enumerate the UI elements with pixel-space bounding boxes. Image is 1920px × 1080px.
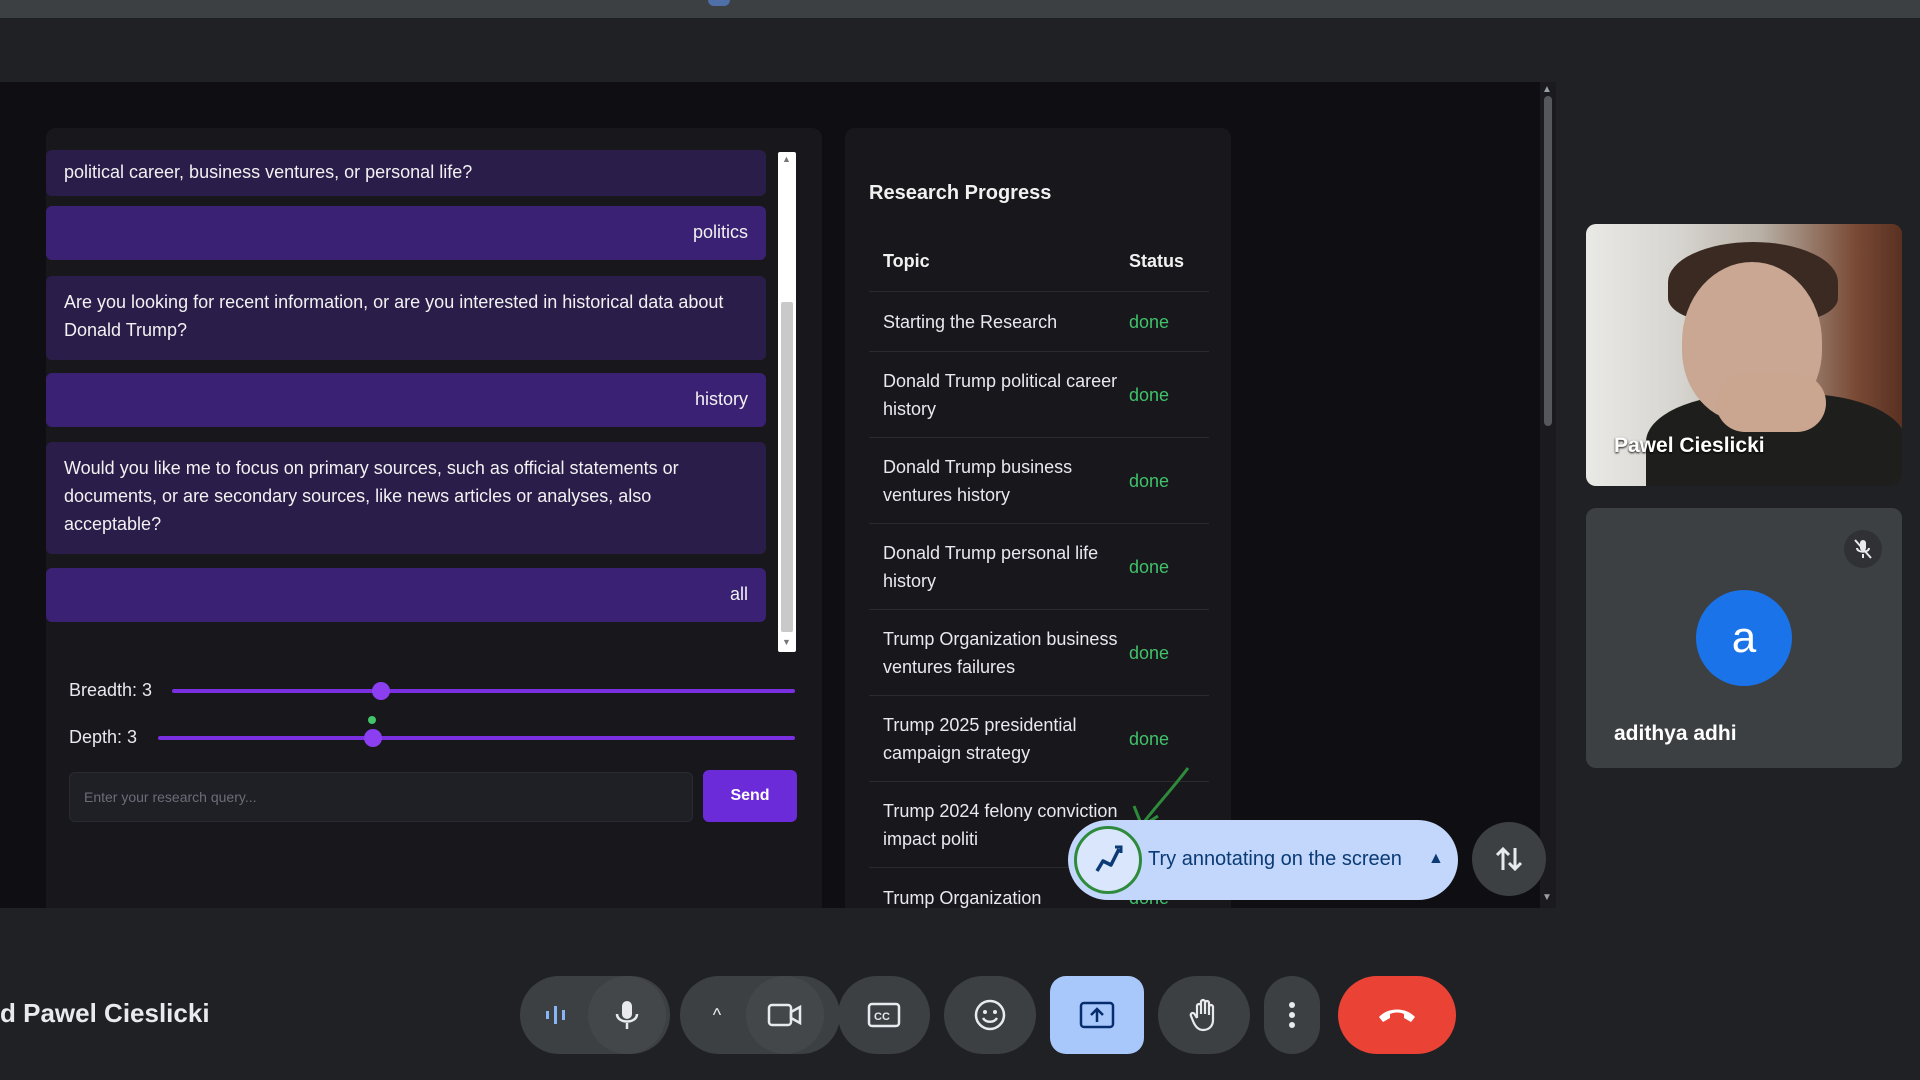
- depth-slider[interactable]: [158, 736, 795, 740]
- topic-cell: Trump 2025 presidential campaign strateg…: [883, 714, 1077, 763]
- annotation-prompt-text[interactable]: Try annotating on the screen: [1148, 848, 1402, 871]
- topic-cell: Donald Trump personal life history: [883, 542, 1099, 591]
- raise-hand-button[interactable]: [1158, 976, 1250, 1054]
- scroll-down-icon[interactable]: ▼: [782, 637, 791, 647]
- meeting-title: d Pawel Cieslicki: [0, 998, 210, 1028]
- chat-message-bot: Would you like me to focus on primary so…: [46, 442, 766, 554]
- video-person-hands: [1716, 374, 1826, 432]
- chat-scroll-thumb[interactable]: [781, 302, 793, 632]
- topic-cell: Starting the Research: [883, 311, 1058, 332]
- mic-button[interactable]: [588, 976, 666, 1054]
- table-row: Donald Trump political career history don…: [869, 352, 1209, 438]
- top-bar: [0, 0, 1920, 18]
- table-header: Topic Status: [869, 232, 1209, 292]
- screen-scroll-thumb[interactable]: [1544, 96, 1552, 426]
- table-row: Donald Trump business ventures history do…: [869, 438, 1209, 524]
- chat-message-user: history: [46, 373, 766, 427]
- annotate-pen-icon[interactable]: [1074, 826, 1142, 894]
- chat-message-bot: political career, business ventures, or …: [46, 150, 766, 196]
- progress-title: Research Progress: [869, 182, 1052, 204]
- screen-scroll-down-icon[interactable]: ▼: [1542, 892, 1552, 903]
- topic-cell: Donald Trump political career history: [883, 370, 1118, 419]
- table-row: Donald Trump personal life history done: [869, 524, 1209, 610]
- research-query-input[interactable]: [69, 772, 693, 822]
- participant-name: adithya adhi: [1614, 722, 1737, 745]
- depth-slider-handle[interactable]: [364, 729, 382, 747]
- svg-text:CC: CC: [874, 1011, 890, 1023]
- screen-scroll-up-icon[interactable]: ▲: [1542, 84, 1552, 95]
- cursor-dot: [368, 716, 376, 724]
- topic-cell: Donald Trump business ventures history: [883, 456, 1073, 505]
- status-cell: done: [1129, 642, 1170, 663]
- status-cell: done: [1129, 311, 1170, 332]
- captions-button[interactable]: CC: [838, 976, 930, 1054]
- status-cell: done: [1129, 728, 1170, 749]
- hangup-button[interactable]: [1338, 976, 1456, 1054]
- camera-button[interactable]: [746, 976, 824, 1054]
- chat-message-bot: Are you looking for recent information, …: [46, 276, 766, 360]
- participant-name: Pawel Cieslicki: [1614, 434, 1765, 457]
- swap-layout-icon[interactable]: [1472, 822, 1546, 896]
- more-options-button[interactable]: [1264, 976, 1320, 1054]
- depth-label: Depth: 3: [69, 727, 138, 747]
- status-cell: done: [1129, 556, 1170, 577]
- status-cell: done: [1129, 384, 1170, 405]
- avatar: a: [1696, 590, 1792, 686]
- scroll-up-icon[interactable]: ▲: [782, 154, 791, 164]
- topic-cell: Trump Organization business ventures fai…: [883, 628, 1118, 677]
- participant-tile-video[interactable]: Pawel Cieslicki: [1586, 224, 1902, 486]
- send-button[interactable]: Send: [703, 770, 797, 822]
- table-row: Trump Organization business ventures fai…: [869, 610, 1209, 696]
- status-header: Status: [1129, 251, 1185, 271]
- chat-message-user: all: [46, 568, 766, 622]
- audio-levels-icon[interactable]: [520, 976, 592, 1054]
- breadth-slider[interactable]: [172, 689, 795, 693]
- participant-tile-audio[interactable]: a adithya adhi: [1586, 508, 1902, 768]
- emoji-button[interactable]: [944, 976, 1036, 1054]
- breadth-slider-handle[interactable]: [372, 682, 390, 700]
- chat-scrollbar[interactable]: ▲ ▼: [778, 152, 796, 652]
- mic-off-icon: [1844, 530, 1882, 568]
- chevron-up-icon[interactable]: ^: [688, 976, 746, 1054]
- top-indicator: [708, 0, 730, 6]
- present-button[interactable]: [1050, 976, 1144, 1054]
- status-cell: done: [1129, 470, 1170, 491]
- topic-header: Topic: [883, 251, 930, 271]
- table-row: Starting the Research done: [869, 292, 1209, 352]
- chat-message-user: politics: [46, 206, 766, 260]
- chevron-up-icon[interactable]: ▲: [1428, 850, 1444, 868]
- breadth-label: Breadth: 3: [69, 680, 153, 700]
- shared-screen: political career, business ventures, or …: [0, 82, 1556, 908]
